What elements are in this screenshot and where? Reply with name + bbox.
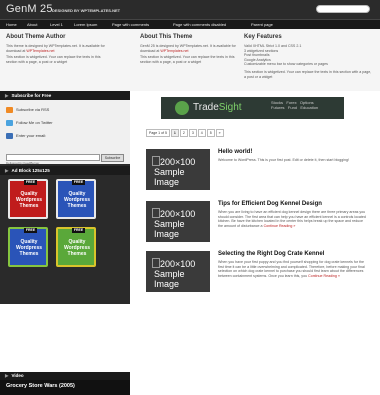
- about-author-text: This theme is designed by WPTemplates.ne…: [6, 44, 105, 53]
- ad-banner[interactable]: FREE Quality Wordpress Themes: [56, 179, 96, 219]
- site-header: GenM 25 DESIGNED BY WPTEMPLATES.NET: [0, 0, 380, 19]
- post-thumbnail[interactable]: 200×100 Sample Image: [146, 149, 210, 190]
- about-theme-note: This section is widgetized. Your can rep…: [140, 55, 235, 64]
- top-widgets: About Theme Author This theme is designe…: [0, 29, 380, 92]
- nav-item-page-with-comments[interactable]: Page with comments: [112, 22, 149, 27]
- about-author-title: About Theme Author: [6, 34, 66, 40]
- key-features-title: Key Features: [244, 34, 282, 40]
- page-link[interactable]: 2: [179, 129, 188, 137]
- post-excerpt: When you are living to have an efficient…: [218, 210, 366, 228]
- feedburner-credit: Delivered by FeedBurner: [6, 161, 40, 165]
- nav-item-level1[interactable]: Level 1: [50, 22, 63, 27]
- tradesight-nav: Stocks Forex Options Futures Fund Educat…: [271, 100, 319, 110]
- ad-banner[interactable]: FREE Quality Wordpress Themes: [8, 227, 48, 267]
- wptemplates-link-2[interactable]: WPTemplates.net: [160, 49, 188, 53]
- twitter-icon: [6, 120, 13, 126]
- image-icon: [152, 208, 160, 218]
- next-page-link[interactable]: »: [215, 129, 224, 137]
- ads-heading: ▶ Ad Block 125x125: [0, 166, 130, 175]
- about-theme-title: About This Theme: [140, 34, 193, 40]
- pagination: Page 1 of 5 1 2 3 4 5»: [146, 129, 225, 137]
- post-excerpt: Welcome to WordPress. This is your first…: [218, 158, 350, 162]
- main-content: TradeSight Stocks Forex Options Futures …: [130, 91, 380, 304]
- ad-block: FREE Quality Wordpress Themes FREE Quali…: [0, 175, 130, 275]
- about-author-note: This section is widgetized. Your can rep…: [6, 55, 101, 64]
- subscribe-widget: Subscribe via RSS Follow Me on Twitter E…: [0, 100, 130, 165]
- about-theme-widget: About This Theme GenM 25 is designed by …: [140, 34, 240, 66]
- email-field[interactable]: [6, 154, 100, 161]
- page-link[interactable]: 4: [197, 129, 206, 137]
- nav-item-lorem-ipsum[interactable]: Lorem Ipsum: [74, 22, 97, 27]
- site-logo[interactable]: GenM 25: [6, 3, 53, 15]
- page-label: Page 1 of 5: [146, 129, 170, 137]
- key-features-note: This section is widgetized. Your can rep…: [244, 69, 372, 79]
- post-thumbnail[interactable]: 200×100 Sample Image: [146, 201, 210, 242]
- continue-reading-link[interactable]: Continue Reading »: [264, 224, 296, 228]
- ad-banner[interactable]: FREE Quality Wordpress Themes: [56, 227, 96, 267]
- rss-link[interactable]: Subscribe via RSS: [6, 107, 49, 113]
- rss-icon: [6, 107, 13, 113]
- nav-item-page-comments-disabled[interactable]: Page with comments disabled: [173, 22, 226, 27]
- about-author-widget: About Theme Author This theme is designe…: [6, 34, 106, 66]
- post-title[interactable]: Tips for Efficient Dog Kennel Design: [218, 201, 322, 207]
- image-icon: [152, 156, 160, 166]
- subscribe-heading: ▶ Subscribe for Free: [0, 91, 130, 100]
- tradesight-logo-icon: [175, 101, 189, 115]
- video-widget: ▶ Video Grocery Store Wars (2005): [0, 372, 130, 395]
- post-title[interactable]: Hello world!: [218, 149, 252, 155]
- continue-reading-link[interactable]: Continue Reading »: [308, 274, 340, 278]
- video-heading: ▶ Video: [0, 372, 130, 380]
- search-input[interactable]: [316, 5, 370, 13]
- arrow-icon: ▶: [5, 93, 9, 98]
- wptemplates-link[interactable]: WPTemplates.net: [26, 49, 54, 53]
- tradesight-banner[interactable]: TradeSight Stocks Forex Options Futures …: [161, 97, 344, 119]
- key-features-widget: Key Features Valid XHTML Strict 1.0 and …: [244, 34, 374, 81]
- arrow-icon: ▶: [5, 168, 9, 173]
- post-excerpt: When you have your first puppy and you f…: [218, 260, 365, 278]
- page-link[interactable]: 1: [170, 129, 179, 137]
- video-title[interactable]: Grocery Store Wars (2005): [6, 383, 75, 389]
- subscribe-button[interactable]: Subscribe: [101, 154, 124, 162]
- post-thumbnail[interactable]: 200×100 Sample Image: [146, 251, 210, 292]
- email-icon: [6, 133, 13, 139]
- nav-item-about[interactable]: About: [27, 22, 37, 27]
- page-link[interactable]: 5: [206, 129, 215, 137]
- email-label: Enter your email:: [6, 133, 46, 139]
- main-nav: Home About Level 1 Lorem Ipsum Page with…: [0, 19, 380, 29]
- site-tagline: DESIGNED BY WPTEMPLATES.NET: [52, 8, 121, 13]
- twitter-link[interactable]: Follow Me on Twitter: [6, 120, 53, 126]
- sidebar: ▶ Subscribe for Free Subscribe via RSS Fo…: [0, 91, 130, 395]
- ad-banner[interactable]: FREE Quality Wordpress Themes: [8, 179, 48, 219]
- nav-item-home[interactable]: Home: [6, 22, 17, 27]
- image-icon: [152, 258, 160, 268]
- nav-item-parent-page[interactable]: Parent page: [251, 22, 273, 27]
- about-theme-text: GenM 25 is designed by WPTemplates.net. …: [140, 44, 236, 53]
- arrow-icon: ▶: [5, 373, 9, 378]
- feature-item: Customizable menu bar to show categories…: [244, 62, 328, 67]
- tradesight-brand: TradeSight: [193, 102, 242, 113]
- page-link[interactable]: 3: [188, 129, 197, 137]
- post-title[interactable]: Selecting the Right Dog Crate Kennel: [218, 251, 324, 257]
